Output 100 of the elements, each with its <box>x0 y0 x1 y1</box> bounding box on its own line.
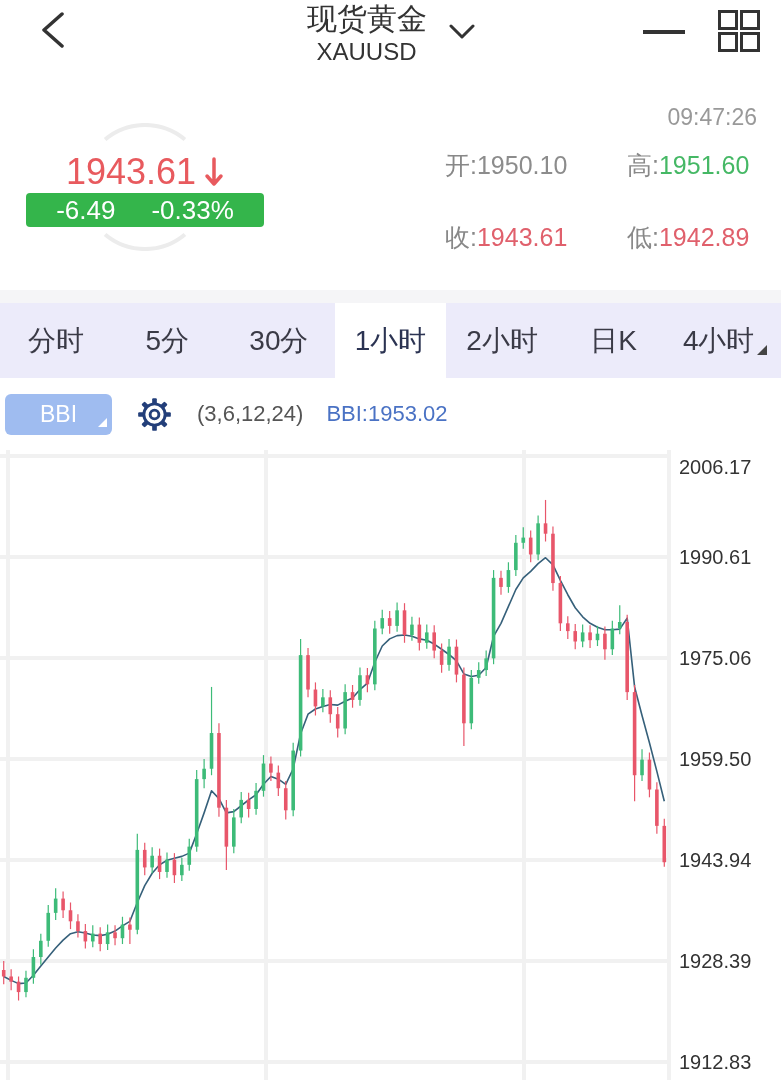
y-axis-label: 1943.94 <box>679 849 752 871</box>
candlestick <box>358 666 362 707</box>
percent-change: -0.33% <box>151 194 234 227</box>
candlestick <box>68 901 73 930</box>
tab[interactable]: 日K <box>557 303 670 378</box>
candlestick <box>350 684 355 709</box>
indicator-value: BBI:1953.02 <box>326 401 448 427</box>
candlestick <box>91 924 95 948</box>
candlestick <box>246 792 251 819</box>
candlestick <box>335 706 340 739</box>
candlestick <box>588 624 592 649</box>
candlestick <box>113 924 117 946</box>
tab[interactable]: 5分 <box>111 303 224 378</box>
y-axis-label: 1912.83 <box>679 1051 752 1073</box>
y-axis-label: 1959.50 <box>679 748 752 770</box>
candlestick <box>558 575 563 632</box>
candlestick <box>165 851 169 879</box>
candlestick <box>610 620 615 656</box>
indicator-params: (3,6,12,24) <box>197 401 304 427</box>
candlestick <box>128 916 132 945</box>
candlestick <box>76 913 80 939</box>
candlestick <box>410 616 414 642</box>
tab[interactable]: 1小时 <box>334 303 447 378</box>
candlestick <box>157 848 162 880</box>
candlestick <box>83 923 88 950</box>
back-icon[interactable] <box>40 12 66 48</box>
candlestick <box>313 681 318 717</box>
candlestick <box>261 754 266 798</box>
candlestick <box>640 748 644 782</box>
candlestick <box>402 602 407 644</box>
candlestick <box>53 887 58 921</box>
candlestick <box>595 625 600 647</box>
candlestick <box>617 604 622 635</box>
symbol-code: XAUUSD <box>316 38 417 66</box>
candlestick <box>232 808 236 854</box>
candlestick <box>61 890 65 919</box>
candlestick <box>24 970 28 998</box>
tab[interactable]: 分时 <box>0 303 112 378</box>
grid-icon[interactable] <box>718 10 760 52</box>
y-axis-label: 1975.06 <box>679 647 752 669</box>
candlestick <box>31 948 36 985</box>
candlestick <box>447 638 451 672</box>
quote-time: 09:47:26 <box>667 103 757 132</box>
candlestick <box>580 624 585 648</box>
stat-label: 低: <box>627 222 659 253</box>
candlestick <box>202 758 206 789</box>
candlestick <box>98 926 102 952</box>
candlestick <box>328 689 333 724</box>
candlestick <box>573 623 577 650</box>
candlestick <box>269 755 273 782</box>
candlestick <box>499 570 503 596</box>
candlestick <box>9 968 13 991</box>
tab[interactable]: 30分 <box>223 303 335 378</box>
tab[interactable]: 4小时 <box>669 303 781 378</box>
candlestick <box>655 781 659 835</box>
stat-label: 开: <box>445 150 477 181</box>
candlestick <box>417 616 422 652</box>
candlestick <box>343 683 347 735</box>
candlestick <box>142 842 147 876</box>
candlestick <box>543 499 548 543</box>
candlestick <box>1 960 6 985</box>
candlestick <box>16 975 21 1002</box>
candlestick <box>603 625 607 661</box>
stat-label: 收: <box>445 222 477 253</box>
candlestick <box>647 751 652 798</box>
candlestick <box>432 624 436 659</box>
chevron-down-icon[interactable] <box>448 24 475 40</box>
candlestick <box>254 782 258 816</box>
stat-value: 1950.10 <box>476 150 568 181</box>
candlestick <box>387 610 392 635</box>
candlestick <box>454 638 459 683</box>
stat-value: 1942.89 <box>658 222 750 253</box>
candlestick <box>395 601 399 633</box>
candlestick <box>380 609 385 635</box>
candlestick <box>239 791 243 824</box>
candlestick <box>105 923 110 951</box>
candlestick <box>39 933 43 966</box>
current-price: 1943.61 <box>65 151 197 193</box>
tab[interactable]: 2小时 <box>446 303 558 378</box>
candlestick <box>469 669 474 730</box>
candlestick <box>180 857 184 882</box>
candlestick <box>373 620 377 691</box>
candlestick <box>172 852 177 884</box>
candlestick <box>321 688 325 713</box>
candlestick <box>150 846 154 874</box>
settings-icon[interactable] <box>137 396 172 432</box>
candlestick <box>46 904 51 948</box>
candlestick <box>566 615 570 640</box>
stat-value: 1943.61 <box>476 222 568 253</box>
candlestick <box>306 647 310 698</box>
candlestick <box>283 780 288 820</box>
y-axis-label: 1990.61 <box>679 546 752 568</box>
candlestick <box>365 667 370 693</box>
candlestick <box>425 624 429 650</box>
candlestick <box>276 764 281 797</box>
stat-value: 1951.60 <box>658 150 750 181</box>
stat-label: 高: <box>627 150 659 181</box>
candlestick <box>439 642 444 674</box>
candlestick <box>521 526 526 550</box>
candlestick <box>662 818 667 868</box>
